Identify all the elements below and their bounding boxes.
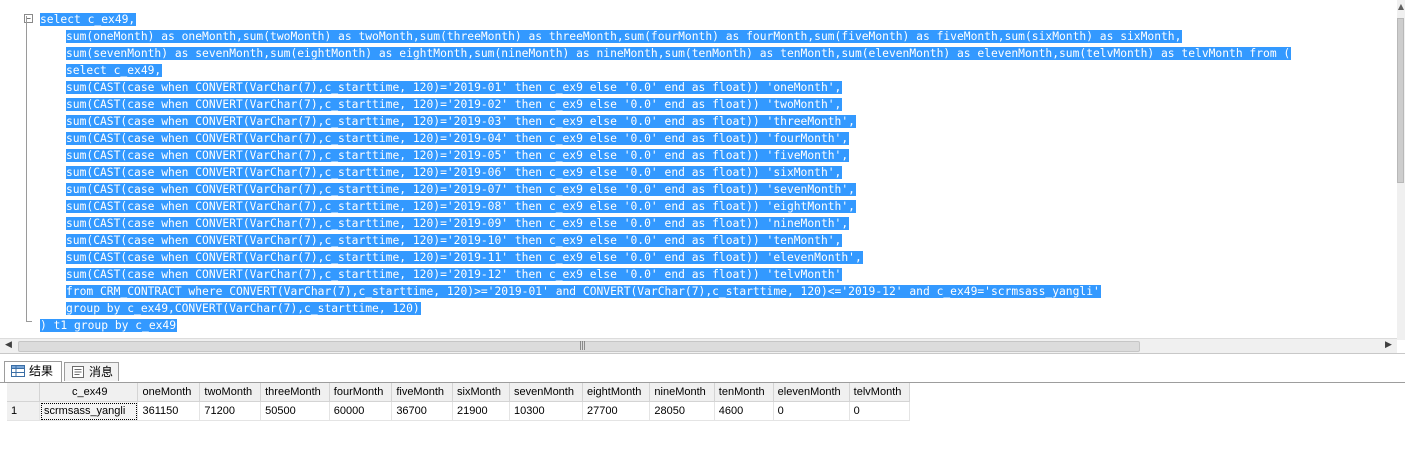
column-header[interactable]: nineMonth bbox=[649, 383, 715, 402]
code-line-text: sum(CAST(case when CONVERT(VarChar(7),c_… bbox=[66, 98, 843, 111]
tab-messages-label: 消息 bbox=[89, 365, 114, 379]
results-grid[interactable]: c_ex49 oneMonth twoMonth threeMonth fourMont… bbox=[7, 383, 911, 421]
grid-cell[interactable]: 71200 bbox=[199, 401, 262, 421]
grid-cell[interactable]: 60000 bbox=[329, 401, 393, 421]
code-line-text: sum(oneMonth) as oneMonth,sum(twoMonth) … bbox=[66, 30, 1183, 43]
column-header[interactable]: fourMonth bbox=[329, 383, 393, 402]
row-number[interactable]: 1 bbox=[7, 401, 40, 421]
code-line-text: select c_ex49, bbox=[66, 64, 163, 77]
code-line-text: sum(CAST(case when CONVERT(VarChar(7),c_… bbox=[66, 234, 843, 247]
code-line[interactable]: sum(oneMonth) as oneMonth,sum(twoMonth) … bbox=[40, 28, 1291, 45]
code-line-text: sum(CAST(case when CONVERT(VarChar(7),c_… bbox=[66, 183, 856, 196]
code-line[interactable]: ) t1 group by c_ex49 bbox=[40, 317, 1291, 334]
grid-cell[interactable]: 36700 bbox=[391, 401, 454, 421]
column-header[interactable]: oneMonth bbox=[137, 383, 201, 402]
sql-editor[interactable]: − select c_ex49, sum(oneMonth) as oneMont… bbox=[0, 0, 1397, 338]
code-line[interactable]: from CRM_CONTRACT where CONVERT(VarChar(… bbox=[40, 283, 1291, 300]
column-header[interactable]: eightMonth bbox=[582, 383, 651, 402]
scroll-up-icon[interactable]: ▲ bbox=[1397, 2, 1405, 14]
grid-cell[interactable]: 4600 bbox=[714, 401, 774, 421]
code-line[interactable]: sum(CAST(case when CONVERT(VarChar(7),c_… bbox=[40, 79, 1291, 96]
code-line[interactable]: sum(CAST(case when CONVERT(VarChar(7),c_… bbox=[40, 266, 1291, 283]
grid-cell[interactable]: 28050 bbox=[649, 401, 715, 421]
vertical-scrollbar[interactable]: ▲ bbox=[1397, 0, 1405, 340]
scroll-right-icon[interactable]: ▶ bbox=[1385, 340, 1392, 350]
code-line-text: sum(CAST(case when CONVERT(VarChar(7),c_… bbox=[66, 200, 856, 213]
code-line-text: sum(CAST(case when CONVERT(VarChar(7),c_… bbox=[66, 132, 850, 145]
tab-messages[interactable]: 消息 bbox=[64, 362, 119, 381]
column-header[interactable]: fiveMonth bbox=[391, 383, 454, 402]
column-header[interactable]: telvMonth bbox=[849, 383, 911, 402]
code-line[interactable]: select c_ex49, bbox=[40, 62, 1291, 79]
grid-cell[interactable]: 0 bbox=[773, 401, 850, 421]
code-line[interactable]: sum(CAST(case when CONVERT(VarChar(7),c_… bbox=[40, 130, 1291, 147]
code-line-text: select c_ex49, bbox=[40, 13, 137, 26]
grid-cell[interactable]: 10300 bbox=[509, 401, 583, 421]
code-line-text: sum(CAST(case when CONVERT(VarChar(7),c_… bbox=[66, 115, 856, 128]
scroll-left-icon[interactable]: ◀ bbox=[5, 340, 12, 350]
code-line-text: from CRM_CONTRACT where CONVERT(VarChar(… bbox=[66, 285, 1101, 298]
code-line[interactable]: sum(CAST(case when CONVERT(VarChar(7),c_… bbox=[40, 96, 1291, 113]
message-icon bbox=[72, 366, 84, 378]
code-line[interactable]: sum(CAST(case when CONVERT(VarChar(7),c_… bbox=[40, 164, 1291, 181]
row-header-corner[interactable] bbox=[7, 383, 40, 402]
code-line-text: sum(CAST(case when CONVERT(VarChar(7),c_… bbox=[66, 251, 863, 264]
code-line[interactable]: sum(CAST(case when CONVERT(VarChar(7),c_… bbox=[40, 198, 1291, 215]
code-line[interactable]: sum(CAST(case when CONVERT(VarChar(7),c_… bbox=[40, 232, 1291, 249]
column-header[interactable]: elevenMonth bbox=[773, 383, 850, 402]
outline-line bbox=[26, 16, 27, 321]
code-line[interactable]: group by c_ex49,CONVERT(VarChar(7),c_sta… bbox=[40, 300, 1291, 317]
code-line-text: sum(CAST(case when CONVERT(VarChar(7),c_… bbox=[66, 268, 843, 281]
code-line[interactable]: sum(sevenMonth) as sevenMonth,sum(eightM… bbox=[40, 45, 1292, 62]
grid-header-row: c_ex49 oneMonth twoMonth threeMonth fourMont… bbox=[7, 383, 911, 402]
table-row[interactable]: 1 scrmsass_yangli 361150 71200 50500 60000 367… bbox=[7, 401, 911, 421]
grid-cell[interactable]: 0 bbox=[849, 401, 911, 421]
result-tabs: 结果 消息 bbox=[0, 360, 1405, 383]
grid-cell[interactable]: 21900 bbox=[452, 401, 511, 421]
column-header[interactable]: sixMonth bbox=[452, 383, 511, 402]
code-line-text: sum(CAST(case when CONVERT(VarChar(7),c_… bbox=[66, 149, 850, 162]
code-line[interactable]: sum(CAST(case when CONVERT(VarChar(7),c_… bbox=[40, 113, 1291, 130]
horizontal-scroll-thumb[interactable]: ||| bbox=[18, 341, 1140, 352]
outline-end bbox=[26, 321, 32, 322]
grid-icon bbox=[11, 365, 25, 377]
column-header[interactable]: tenMonth bbox=[714, 383, 774, 402]
column-header[interactable]: threeMonth bbox=[260, 383, 330, 402]
code-line-text: sum(CAST(case when CONVERT(VarChar(7),c_… bbox=[66, 166, 843, 179]
grid-cell[interactable]: 50500 bbox=[260, 401, 330, 421]
code-line-text: sum(sevenMonth) as sevenMonth,sum(eightM… bbox=[66, 47, 1292, 60]
grid-cell[interactable]: scrmsass_yangli bbox=[39, 401, 139, 421]
results-pane: 结果 消息 c_ex49 oneMonth twoMonth threeMonth fo… bbox=[0, 353, 1405, 473]
code-line-text: ) t1 group by c_ex49 bbox=[40, 319, 178, 332]
grid-cell[interactable]: 27700 bbox=[582, 401, 651, 421]
grid-cell[interactable]: 361150 bbox=[137, 401, 201, 421]
column-header[interactable]: sevenMonth bbox=[509, 383, 583, 402]
code-line[interactable]: sum(CAST(case when CONVERT(VarChar(7),c_… bbox=[40, 249, 1291, 266]
editor-gutter bbox=[0, 0, 25, 338]
code-line-text: group by c_ex49,CONVERT(VarChar(7),c_sta… bbox=[66, 302, 421, 315]
column-header[interactable]: c_ex49 bbox=[39, 383, 139, 402]
code-line-text: sum(CAST(case when CONVERT(VarChar(7),c_… bbox=[66, 81, 843, 94]
tab-results-label: 结果 bbox=[29, 364, 54, 378]
vertical-scroll-thumb[interactable] bbox=[1397, 18, 1404, 183]
horizontal-scrollbar[interactable]: ◀ ||| ▶ bbox=[0, 338, 1397, 354]
code-line[interactable]: sum(CAST(case when CONVERT(VarChar(7),c_… bbox=[40, 181, 1291, 198]
results-grid-container: c_ex49 oneMonth twoMonth threeMonth fourMont… bbox=[7, 383, 911, 421]
column-header[interactable]: twoMonth bbox=[199, 383, 262, 402]
code-area[interactable]: select c_ex49, sum(oneMonth) as oneMonth,… bbox=[40, 11, 1292, 334]
grip-icon: ||| bbox=[579, 341, 586, 351]
code-line-text: sum(CAST(case when CONVERT(VarChar(7),c_… bbox=[66, 217, 850, 230]
code-line[interactable]: select c_ex49, bbox=[40, 11, 1291, 28]
code-line[interactable]: sum(CAST(case when CONVERT(VarChar(7),c_… bbox=[40, 147, 1291, 164]
code-line[interactable]: sum(CAST(case when CONVERT(VarChar(7),c_… bbox=[40, 215, 1291, 232]
tab-results[interactable]: 结果 bbox=[4, 361, 62, 382]
